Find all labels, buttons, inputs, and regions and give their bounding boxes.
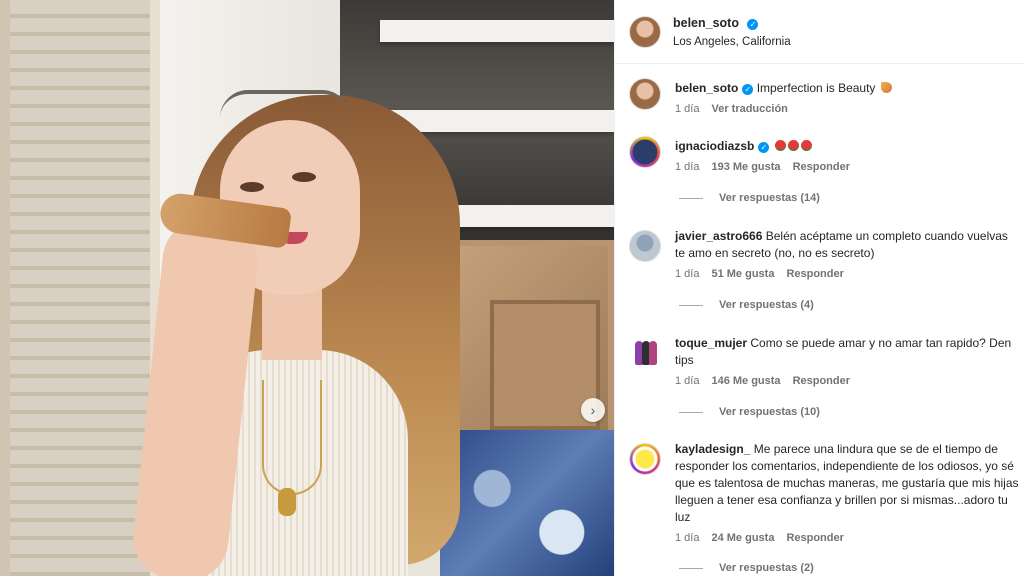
verified-badge-icon: ✓ xyxy=(758,142,770,153)
comment-likes[interactable]: 51 Me gusta xyxy=(711,268,774,280)
comment: javier_astro666 Belén acéptame un comple… xyxy=(629,228,1021,280)
right-eye xyxy=(292,172,316,182)
reply-button[interactable]: Responder xyxy=(786,268,843,280)
comment-username[interactable]: toque_mujer xyxy=(675,335,747,352)
replies-divider xyxy=(679,304,703,306)
reply-button[interactable]: Responder xyxy=(793,375,850,387)
verified-badge-icon: ✓ xyxy=(747,19,759,30)
author-avatar[interactable] xyxy=(629,16,661,48)
comment-time[interactable]: 1 día xyxy=(675,532,699,544)
comment-time[interactable]: 1 día xyxy=(675,375,699,387)
view-replies-label: Ver respuestas (4) xyxy=(719,299,814,311)
pendant xyxy=(278,488,296,516)
rose-emoji-icon xyxy=(787,140,799,151)
shelf xyxy=(380,20,614,42)
replies-divider xyxy=(679,197,703,199)
reply-button[interactable]: Responder xyxy=(786,532,843,544)
post-sidebar: belen_soto ✓ Los Angeles, California bel… xyxy=(614,0,1024,576)
comment-likes[interactable]: 146 Me gusta xyxy=(711,375,780,387)
sunglasses-on-head xyxy=(220,90,350,118)
post-location[interactable]: Los Angeles, California xyxy=(673,36,791,48)
translate-link[interactable]: Ver traducción xyxy=(711,103,787,115)
left-eye xyxy=(240,182,264,192)
avatar-figure xyxy=(649,341,657,365)
comment-time[interactable]: 1 día xyxy=(675,161,699,173)
comment-likes[interactable]: 193 Me gusta xyxy=(711,161,780,173)
comment-username[interactable]: javier_astro666 xyxy=(675,228,762,245)
commenter-avatar[interactable] xyxy=(629,443,661,475)
comment: ignaciodiazsb ✓ 1 día 193 Me gusta Respon… xyxy=(629,134,1021,173)
reply-button[interactable]: Responder xyxy=(793,161,850,173)
view-replies-label: Ver respuestas (2) xyxy=(719,562,814,574)
next-photo-button[interactable]: › xyxy=(581,398,605,422)
instagram-post-view: › belen_soto ✓ Los Angeles, California b… xyxy=(0,0,1024,576)
comment-username[interactable]: kayladesign_ xyxy=(675,441,750,458)
chevron-right-icon: › xyxy=(590,402,596,418)
view-replies-button[interactable]: Ver respuestas (14) xyxy=(679,192,820,204)
caption-username[interactable]: belen_soto xyxy=(675,80,738,97)
necklace xyxy=(262,380,322,495)
author-username[interactable]: belen_soto xyxy=(673,16,739,30)
pizza-emoji-icon xyxy=(880,82,892,93)
caption-text: Imperfection is Beauty xyxy=(756,81,876,95)
verified-badge-icon: ✓ xyxy=(742,84,754,95)
caption: belen_soto ✓ Imperfection is Beauty 1 día… xyxy=(629,76,1021,115)
view-replies-button[interactable]: Ver respuestas (4) xyxy=(679,299,814,311)
caption-time[interactable]: 1 día xyxy=(675,103,699,115)
rose-emoji-icon xyxy=(800,140,812,151)
post-header: belen_soto ✓ Los Angeles, California xyxy=(615,0,1024,64)
comment-username[interactable]: ignaciodiazsb xyxy=(675,138,754,155)
shutter-frame xyxy=(0,0,160,576)
commenter-avatar[interactable] xyxy=(629,337,661,369)
view-replies-label: Ver respuestas (14) xyxy=(719,192,820,204)
rose-emoji-icon xyxy=(774,140,786,151)
comment-time[interactable]: 1 día xyxy=(675,268,699,280)
comment-likes[interactable]: 24 Me gusta xyxy=(711,532,774,544)
author-avatar[interactable] xyxy=(629,78,661,110)
replies-divider xyxy=(679,567,703,569)
commenter-avatar[interactable] xyxy=(629,136,661,168)
view-replies-button[interactable]: Ver respuestas (2) xyxy=(679,562,814,574)
comment: kayladesign_ Me parece una lindura que s… xyxy=(629,441,1021,544)
blue-cushion xyxy=(440,430,614,576)
replies-divider xyxy=(679,411,703,413)
view-replies-label: Ver respuestas (10) xyxy=(719,406,820,418)
view-replies-button[interactable]: Ver respuestas (10) xyxy=(679,406,820,418)
post-photo: › xyxy=(0,0,614,576)
commenter-avatar[interactable] xyxy=(629,230,661,262)
comment: toque_mujer Como se puede amar y no amar… xyxy=(629,335,1021,387)
